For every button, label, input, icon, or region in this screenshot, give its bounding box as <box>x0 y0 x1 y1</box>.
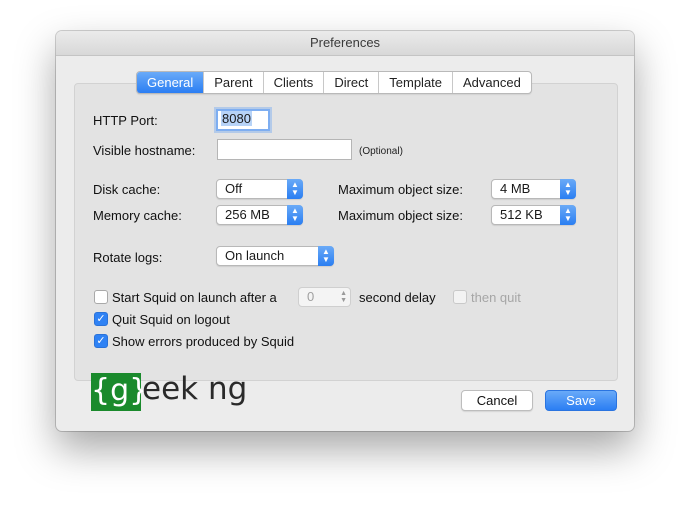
max-object-size-popup-2[interactable]: 512 KB ▲ ▼ <box>491 205 576 225</box>
disk-cache-label: Disk cache: <box>93 182 161 197</box>
save-button[interactable]: Save <box>545 390 617 411</box>
max-object-size-popup-1[interactable]: 4 MB ▲ ▼ <box>491 179 576 199</box>
max-object-size-value-1: 4 MB <box>500 181 531 196</box>
delay-value: 0 <box>307 289 315 304</box>
geekng-logo-box: {g} <box>91 373 148 411</box>
updown-arrows-icon: ▲ ▼ <box>560 205 576 225</box>
stepper-arrows-icon: ▲ ▼ <box>340 290 347 304</box>
tab-direct[interactable]: Direct <box>324 72 380 93</box>
http-port-field[interactable]: 8080 <box>216 109 270 131</box>
updown-arrows-icon: ▲ ▼ <box>560 179 576 199</box>
then-quit-checkbox[interactable] <box>453 290 467 304</box>
tab-advanced[interactable]: Advanced <box>453 72 531 93</box>
disk-cache-popup[interactable]: Off ▲ ▼ <box>216 179 303 199</box>
hostname-label: Visible hostname: <box>93 143 196 158</box>
memory-cache-value: 256 MB <box>225 207 270 222</box>
quit-on-logout-label: Quit Squid on logout <box>112 312 230 327</box>
show-errors-label: Show errors produced by Squid <box>112 334 295 349</box>
tab-parent[interactable]: Parent <box>204 72 264 93</box>
http-port-value: 8080 <box>221 111 252 126</box>
start-squid-checkbox[interactable] <box>94 290 108 304</box>
quit-on-logout-checkbox[interactable]: ✓ <box>94 312 108 326</box>
checkmark-icon: ✓ <box>96 313 106 325</box>
memory-cache-popup[interactable]: 256 MB ▲ ▼ <box>216 205 303 225</box>
rotate-logs-value: On launch <box>225 248 285 263</box>
tab-clients[interactable]: Clients <box>264 72 325 93</box>
tab-template[interactable]: Template <box>379 72 454 93</box>
checkmark-icon: ✓ <box>96 335 106 347</box>
max-object-size-label: Maximum object size: <box>338 182 463 197</box>
delay-suffix-label: second delay <box>359 290 436 305</box>
hostname-field[interactable] <box>217 139 352 160</box>
rotate-logs-popup[interactable]: On launch ▲ ▼ <box>216 246 334 266</box>
rotate-logs-label: Rotate logs: <box>93 250 163 265</box>
show-errors-checkbox[interactable]: ✓ <box>94 334 108 348</box>
cancel-button[interactable]: Cancel <box>461 390 533 411</box>
geekng-logo-text: eek ng <box>142 371 248 407</box>
tab-general[interactable]: General <box>137 72 205 93</box>
window-title: Preferences <box>56 31 634 56</box>
hostname-hint: (Optional) <box>359 146 403 157</box>
max-object-size-value-2: 512 KB <box>500 207 543 222</box>
updown-arrows-icon: ▲ ▼ <box>287 179 303 199</box>
http-port-label: HTTP Port: <box>93 113 158 128</box>
memory-cache-label: Memory cache: <box>93 208 182 223</box>
updown-arrows-icon: ▲ ▼ <box>287 205 303 225</box>
tab-bar: General Parent Clients Direct Template A… <box>136 71 532 94</box>
then-quit-label: then quit <box>471 290 521 305</box>
start-squid-label: Start Squid on launch after a <box>112 290 277 305</box>
disk-cache-value: Off <box>225 181 243 196</box>
max-object-size-label-2: Maximum object size: <box>338 208 463 223</box>
updown-arrows-icon: ▲ ▼ <box>318 246 334 266</box>
delay-stepper[interactable]: 0 ▲ ▼ <box>298 287 351 307</box>
